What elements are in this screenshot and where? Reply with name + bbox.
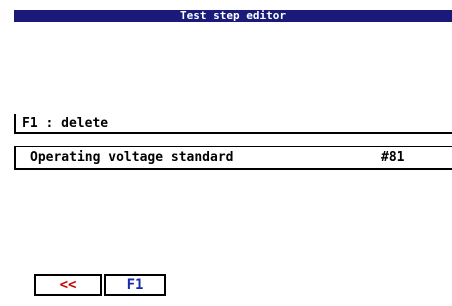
f1-delete-button[interactable]: F1 (104, 274, 166, 296)
key-hint: F1 : delete (14, 114, 452, 134)
back-button[interactable]: << (34, 274, 102, 296)
step-number: #81 (381, 150, 405, 165)
window-title: Test step editor (14, 10, 452, 22)
step-name: Operating voltage standard (30, 150, 234, 165)
test-step-item[interactable]: Operating voltage standard #81 (14, 146, 452, 170)
